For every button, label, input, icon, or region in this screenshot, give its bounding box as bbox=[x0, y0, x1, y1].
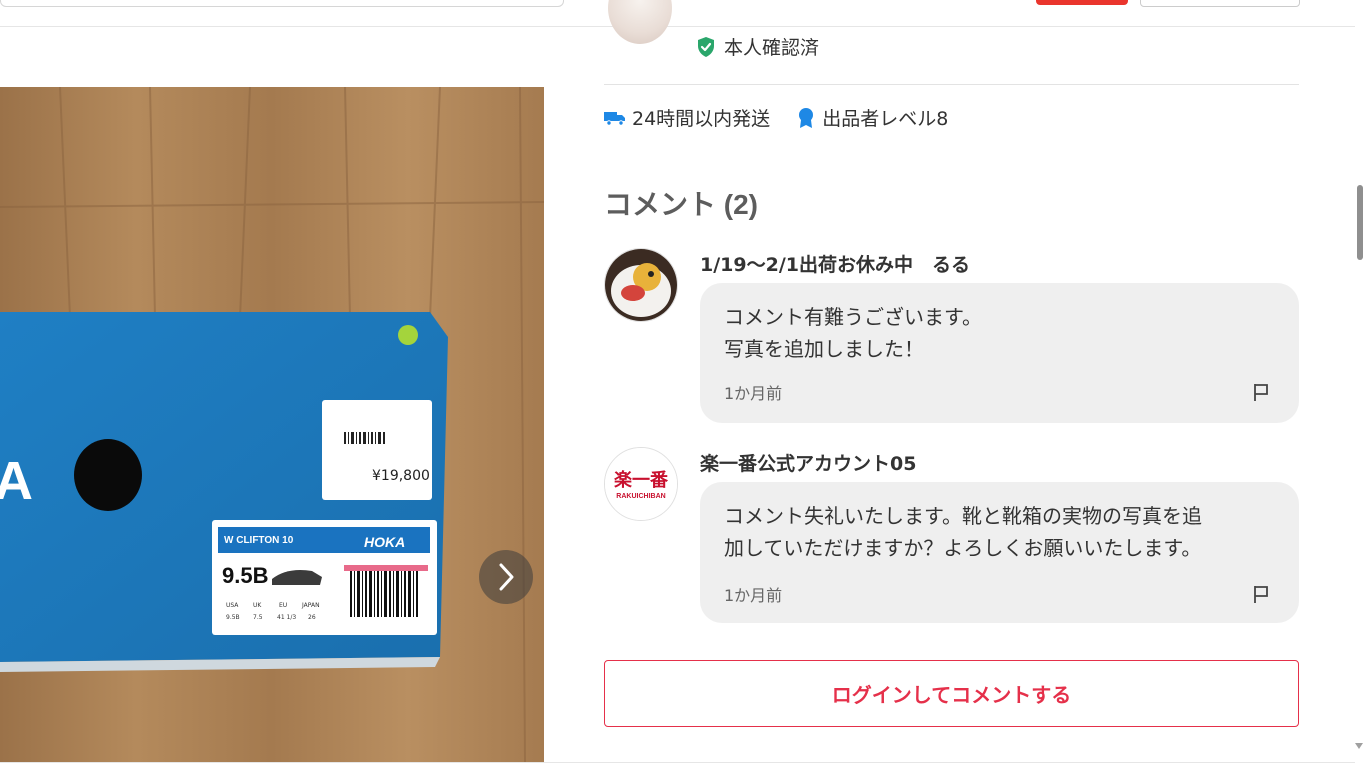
next-image-button[interactable] bbox=[479, 550, 533, 604]
logo-text: 楽一番 bbox=[614, 469, 669, 491]
chevron-right-icon bbox=[499, 563, 514, 591]
scrollbar-thumb[interactable] bbox=[1357, 185, 1363, 260]
size-value-eu: 41 1/3 bbox=[277, 614, 296, 621]
search-input[interactable] bbox=[0, 0, 564, 7]
size-value-usa: 9.5B bbox=[226, 614, 240, 621]
box-size-text: 9.5B bbox=[222, 563, 268, 588]
scroll-down-arrow-icon[interactable] bbox=[1355, 742, 1363, 750]
size-header-eu: EU bbox=[279, 602, 287, 609]
flag-icon[interactable] bbox=[1251, 584, 1271, 604]
login-to-comment-button[interactable]: ログインしてコメントする bbox=[604, 660, 1299, 727]
top-bar bbox=[0, 0, 1355, 27]
level-badge: 出品者レベル8 bbox=[796, 104, 948, 131]
price-tag-text: ¥19,800 bbox=[372, 468, 430, 484]
size-value-uk: 7.5 bbox=[253, 614, 263, 621]
page-bottom-edge bbox=[0, 762, 1355, 763]
flag-icon[interactable] bbox=[1251, 382, 1271, 402]
truck-icon bbox=[604, 111, 625, 126]
commenter-avatar[interactable]: 楽一番 RAKUICHIBAN bbox=[604, 447, 678, 521]
comment-text: コメント失礼いたします。靴と靴箱の実物の写真を追 加していただけますか？よろしく… bbox=[724, 504, 1202, 560]
comment-text: コメント有難うございます。 写真を追加しました！ bbox=[724, 305, 982, 361]
comment-time: 1か月前 bbox=[724, 384, 783, 403]
medal-icon bbox=[799, 107, 814, 128]
logo-subtext: RAKUICHIBAN bbox=[616, 493, 665, 500]
primary-action-button[interactable] bbox=[1036, 0, 1128, 5]
size-value-japan: 26 bbox=[308, 614, 316, 621]
divider bbox=[604, 84, 1299, 85]
box-brand-text: HOKA bbox=[364, 534, 405, 550]
comment-item: 楽一番 RAKUICHIBAN 楽一番公式アカウント05 コメント失礼いたします… bbox=[604, 447, 1299, 624]
commenter-name[interactable]: 楽一番公式アカウント05 bbox=[700, 449, 916, 476]
secondary-action-button[interactable] bbox=[1140, 0, 1300, 7]
shipping-label: 24時間以内発送 bbox=[632, 108, 771, 130]
level-label: 出品者レベル8 bbox=[822, 108, 949, 130]
size-header-uk: UK bbox=[253, 602, 262, 609]
comment-bubble: コメント有難うございます。 写真を追加しました！ 1か月前 bbox=[700, 283, 1299, 423]
shield-check-icon bbox=[698, 36, 714, 57]
seller-badges: 24時間以内発送 出品者レベル8 bbox=[604, 104, 974, 131]
verified-label: 本人確認済 bbox=[724, 37, 820, 59]
seller-avatar[interactable] bbox=[608, 0, 672, 44]
shipping-badge: 24時間以内発送 bbox=[604, 104, 770, 131]
size-header-usa: USA bbox=[226, 602, 239, 609]
comments-title: コメント (2) bbox=[604, 189, 759, 220]
commenter-name[interactable]: 1/19〜2/1出荷お休み中 るる bbox=[700, 250, 970, 277]
box-model-text: W CLIFTON 10 bbox=[224, 535, 294, 546]
comment-item: 1/19〜2/1出荷お休み中 るる コメント有難うございます。 写真を追加しまし… bbox=[604, 248, 1299, 423]
comment-bubble: コメント失礼いたします。靴と靴箱の実物の写真を追 加していただけますか？よろしく… bbox=[700, 482, 1299, 623]
product-photo: A ¥19,800 W CLIFTON 10 HOKA 9.5B USA UK … bbox=[0, 87, 544, 762]
size-header-japan: JAPAN bbox=[301, 602, 320, 609]
verified-badge: 本人確認済 bbox=[696, 33, 819, 60]
commenter-avatar[interactable] bbox=[604, 248, 678, 322]
svg-text:A: A bbox=[0, 451, 33, 511]
comment-time: 1か月前 bbox=[724, 586, 783, 605]
